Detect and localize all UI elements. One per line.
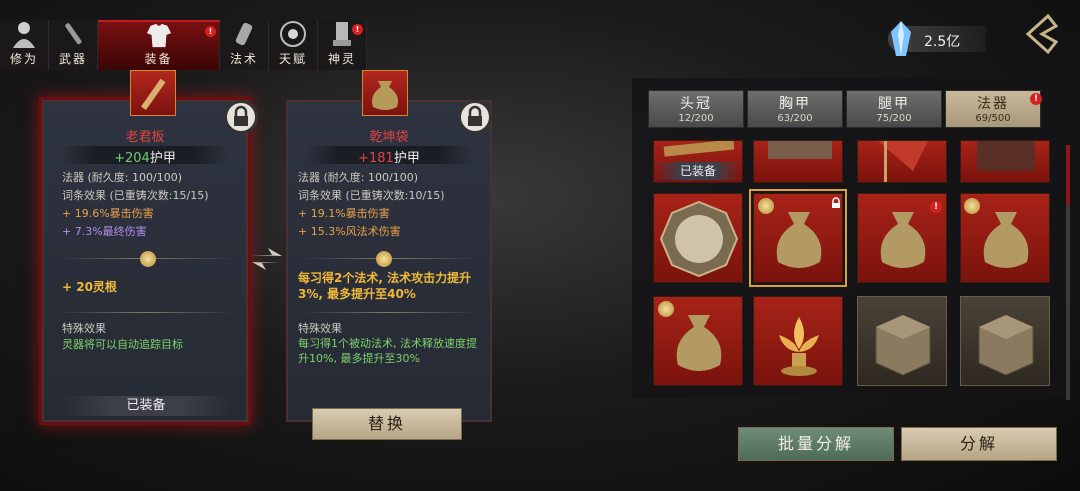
tab-label: 天赋 [278, 52, 307, 66]
notification-badge: ! [352, 24, 363, 35]
currency-display: 2.5亿 [888, 21, 986, 56]
tab-chest[interactable]: 胸甲 63/200 [747, 90, 843, 128]
durability-text: 法器 (耐久度: 100/100) [298, 171, 418, 184]
pouch-icon [372, 81, 398, 110]
affix-header: 词条效果 (已重铸次数:15/15) [62, 189, 209, 202]
divider [302, 312, 478, 313]
batch-decompose-button[interactable]: 批量分解 [738, 427, 894, 461]
inventory-slot[interactable] [753, 140, 843, 183]
inventory-slot[interactable] [753, 296, 843, 386]
tab-spell[interactable]: 法术 [220, 20, 269, 70]
tab-label: 法术 [229, 52, 258, 66]
special-header: 特殊效果 [298, 322, 342, 335]
cultivation-icon [13, 22, 35, 48]
armor-value: +204 [114, 151, 150, 166]
orb-ornament-icon [140, 251, 156, 267]
inventory-slot[interactable] [653, 193, 743, 283]
notification-badge: ! [205, 26, 216, 37]
special-text: 灵器将可以自动追踪目标 [62, 338, 183, 351]
orb-badge-icon [658, 301, 674, 317]
inventory-slot[interactable] [857, 140, 947, 183]
weapon-icon [65, 23, 82, 45]
inventory-slot[interactable] [960, 140, 1050, 183]
crystal-icon [891, 21, 911, 56]
bagua-mirror-icon [659, 200, 739, 278]
inventory-scrollbar[interactable] [1066, 145, 1070, 400]
durability-text: 法器 (耐久度: 100/100) [62, 171, 182, 184]
tab-name: 头冠 [680, 96, 712, 112]
tab-count: 75/200 [876, 113, 912, 124]
small-lock-icon [832, 197, 840, 208]
tab-count: 69/500 [975, 113, 1011, 124]
wooden-plank-icon [141, 78, 166, 111]
special-header: 特殊效果 [62, 322, 106, 335]
tab-label: 修为 [9, 52, 38, 66]
scrollbar-thumb[interactable] [1066, 145, 1070, 205]
tab-label: 装备 [144, 52, 173, 66]
orb-badge-icon [964, 198, 980, 214]
tab-name: 胸甲 [779, 96, 811, 112]
tab-label: 武器 [58, 52, 87, 66]
item-name: 老君板 [125, 130, 165, 145]
equipped-status: 已装备 [60, 396, 232, 416]
category-tabbar: 修为 武器 装备 ! 法术 天赋 神灵 ! [0, 20, 367, 70]
notification-badge: ! [930, 201, 942, 213]
tab-name: 腿甲 [878, 96, 910, 112]
tab-weapon[interactable]: 武器 [49, 20, 98, 70]
orb-badge-icon [758, 198, 774, 214]
orb-ornament-icon [376, 251, 392, 267]
affix-line: + 19.6%暴击伤害 [62, 207, 154, 220]
armor-value: +181 [358, 151, 394, 166]
tab-helmet[interactable]: 头冠 12/200 [648, 90, 744, 128]
armor-stat: +181护甲 [286, 147, 492, 166]
menu-emblem-icon[interactable] [1022, 14, 1058, 54]
deity-icon [333, 22, 351, 46]
spell-icon [235, 22, 253, 46]
inventory-slot[interactable] [960, 296, 1050, 386]
divider [58, 312, 234, 313]
inventory-slot[interactable] [857, 296, 947, 386]
scroll-item-icon [768, 141, 832, 159]
affix-line: + 7.3%最终伤害 [62, 225, 147, 238]
tab-legs[interactable]: 腿甲 75/200 [846, 90, 942, 128]
tab-label: 神灵 [327, 52, 356, 66]
armor-icon [146, 23, 171, 48]
seal-cube-icon [978, 314, 1034, 376]
replace-button[interactable]: 替换 [312, 408, 462, 440]
armor-label: 护甲 [149, 151, 176, 166]
equipped-item-icon [130, 70, 176, 116]
bonus-text: + 20灵根 [62, 280, 117, 294]
affix-header: 词条效果 (已重铸次数:10/15) [298, 189, 445, 202]
tab-talent[interactable]: 天赋 [269, 20, 318, 70]
affix-line: + 15.3%风法术伤害 [298, 225, 401, 238]
tab-artifact[interactable]: 法器 69/500 [945, 90, 1041, 128]
swap-arrows-icon [252, 248, 282, 270]
special-text: 每习得1个被动法术, 法术释放速度提升10%, 最多提升至30% [298, 337, 477, 365]
seal-cube-icon [875, 314, 931, 376]
equipped-label: 已装备 [655, 162, 741, 180]
tab-name: 法器 [977, 96, 1009, 112]
item-name: 乾坤袋 [369, 130, 409, 145]
armor-label: 护甲 [393, 151, 420, 166]
tab-cultivation[interactable]: 修为 [0, 20, 49, 70]
candidate-item-icon [362, 70, 408, 116]
tab-equipment[interactable]: 装备 ! [98, 20, 220, 70]
currency-amount: 2.5亿 [924, 34, 961, 50]
lotus-item-icon [779, 317, 819, 376]
tab-deity[interactable]: 神灵 ! [318, 20, 367, 70]
banner-item-icon [878, 141, 928, 182]
armor-stat: +204护甲 [42, 147, 248, 166]
tablet-item-icon [977, 141, 1035, 171]
talent-icon [280, 21, 306, 47]
tab-count: 63/200 [777, 113, 813, 124]
tab-count: 12/200 [678, 113, 714, 124]
notification-badge: ! [1030, 93, 1042, 105]
decompose-button[interactable]: 分解 [901, 427, 1057, 461]
affix-line: + 19.1%暴击伤害 [298, 207, 390, 220]
bonus-text: 每习得2个法术, 法术攻击力提升3%, 最多提升至40% [298, 271, 472, 301]
